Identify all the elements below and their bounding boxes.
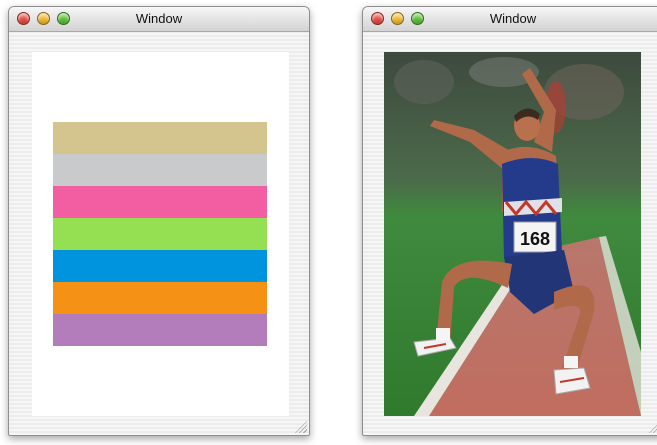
window-right[interactable]: Window 168 [362,6,657,436]
long-jumper-photo: 168 [384,52,641,416]
window-content [32,52,289,416]
window-titlebar[interactable]: Window [363,7,657,32]
window-title: Window [489,11,537,26]
window-left[interactable]: Window [8,6,310,436]
color-stripes [53,122,267,346]
color-stripe [53,218,267,250]
window-title: Window [135,11,183,26]
resize-grip-icon[interactable] [649,421,657,433]
color-stripe [53,314,267,346]
color-stripe [53,250,267,282]
color-stripe [53,282,267,314]
color-stripe [53,154,267,186]
photo-frame: 168 [384,52,641,416]
window-titlebar[interactable]: Window [9,7,309,32]
color-stripe [53,186,267,218]
resize-grip-icon[interactable] [295,421,307,433]
color-stripe [53,122,267,154]
bib-number: 168 [520,229,550,249]
